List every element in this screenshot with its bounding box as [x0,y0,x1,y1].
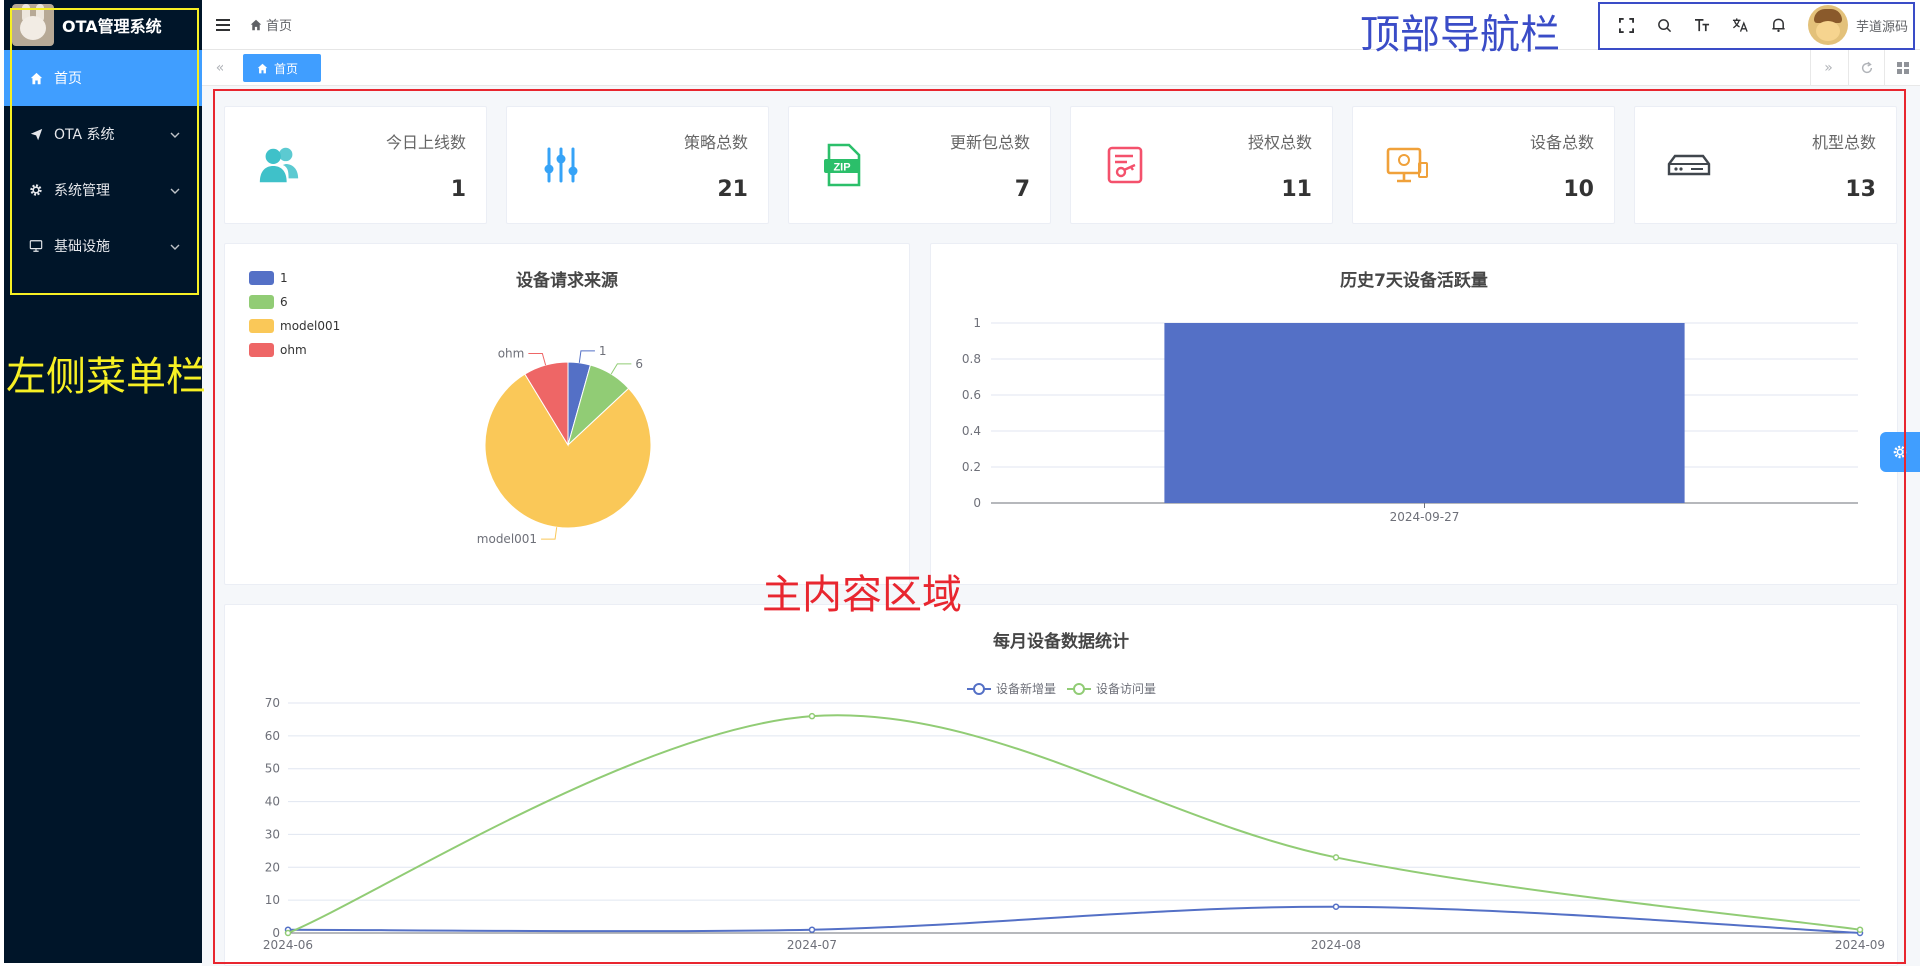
main-annotation-label: 主内容区域 [762,572,962,618]
tags-scroll-right-icon[interactable]: » [1810,50,1846,86]
tag-home[interactable]: 首页 [243,54,321,82]
home-icon [250,19,262,30]
header-annotation-box [1598,2,1915,50]
tag-label: 首页 [274,61,299,76]
sidebar-annotation-label: 左侧菜单栏 [6,354,206,400]
tags-bar: « 首页 » [202,50,1920,86]
tags-scroll-left-icon[interactable]: « [202,50,238,86]
sidebar-annotation-box [10,8,199,295]
main-annotation-box [213,89,1906,964]
grid-icon[interactable] [1884,50,1920,86]
home-icon [257,63,268,73]
hamburger-icon[interactable] [216,18,232,32]
breadcrumb-label: 首页 [266,19,293,34]
refresh-icon[interactable] [1848,50,1884,86]
breadcrumb[interactable]: 首页 [250,15,292,34]
header-annotation-label: 顶部导航栏 [1360,12,1560,58]
